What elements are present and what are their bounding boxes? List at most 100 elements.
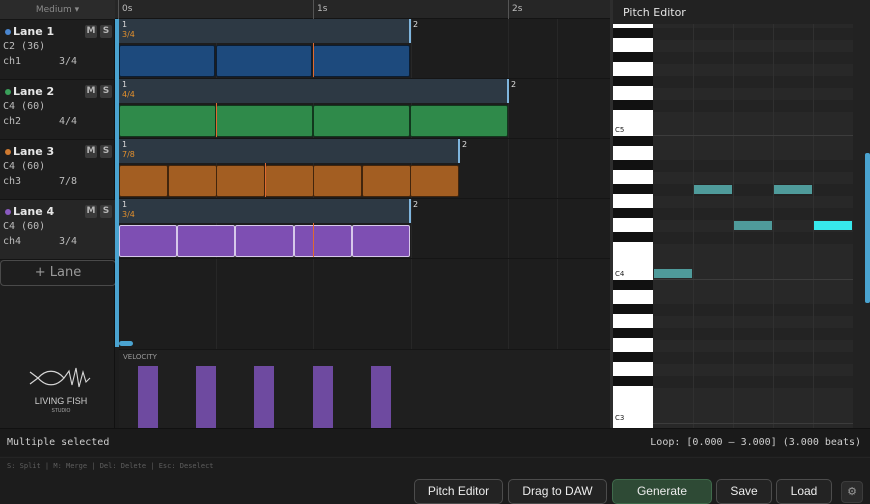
time-ruler[interactable]: 0s 1s 2s	[115, 0, 610, 19]
note-block[interactable]	[410, 105, 508, 137]
octave-line	[653, 279, 853, 280]
pitch-note[interactable]	[774, 185, 812, 194]
lane-signature: 3/4	[59, 236, 78, 247]
loop-end-label: 2	[413, 20, 419, 29]
load-button[interactable]: Load	[776, 479, 832, 504]
loop-end-handle[interactable]	[458, 139, 460, 163]
black-key[interactable]	[613, 76, 653, 86]
key-label-c5: C5	[615, 126, 625, 134]
note-block[interactable]	[216, 165, 265, 197]
black-key[interactable]	[613, 280, 653, 290]
track-row-4[interactable]: 1 3/4 2	[115, 199, 610, 259]
pitch-note[interactable]	[654, 269, 692, 278]
loop-start-label: 1	[122, 20, 128, 29]
note-block[interactable]	[362, 165, 411, 197]
note-block[interactable]	[265, 165, 314, 197]
pitch-row	[653, 376, 853, 388]
note-block[interactable]	[177, 225, 235, 257]
black-key[interactable]	[613, 136, 653, 146]
note-block[interactable]	[119, 225, 177, 257]
note-block[interactable]	[119, 45, 215, 77]
loop-start-label: 1	[122, 80, 128, 89]
lane-header-2[interactable]: Lane 2 M S C4 (60) ch2 4/4	[0, 80, 115, 140]
solo-button[interactable]: S	[100, 205, 112, 218]
mute-button[interactable]: M	[85, 85, 97, 98]
note-block[interactable]	[313, 105, 410, 137]
solo-button[interactable]: S	[100, 25, 112, 38]
loop-region[interactable]: 1 4/4	[119, 79, 508, 103]
loop-region[interactable]: 1 3/4	[119, 199, 410, 223]
lane-header-3[interactable]: Lane 3 M S C4 (60) ch3 7/8	[0, 140, 115, 200]
settings-gear-icon[interactable]: ⚙	[841, 481, 863, 503]
velocity-bar[interactable]	[196, 366, 216, 428]
track-row-3[interactable]: 1 7/8 2	[115, 139, 610, 199]
pitch-note-selected[interactable]	[814, 221, 852, 230]
save-button[interactable]: Save	[716, 479, 772, 504]
loop-signature: 3/4	[122, 30, 135, 39]
lane-header-4[interactable]: Lane 4 M S C4 (60) ch4 3/4	[0, 200, 115, 260]
black-key[interactable]	[613, 232, 653, 242]
add-lane-button[interactable]: + Lane	[0, 260, 116, 286]
timeline[interactable]: 0s 1s 2s 1 3/4 2 1 4/4 2 1 7/8 2 1 3/4 2…	[115, 0, 610, 428]
logo-sub: STUDIO	[51, 408, 71, 414]
pitch-grid[interactable]	[653, 24, 853, 428]
track-row-2[interactable]: 1 4/4 2	[115, 79, 610, 139]
black-key[interactable]	[613, 352, 653, 362]
black-key[interactable]	[613, 160, 653, 170]
note-block[interactable]	[119, 165, 168, 197]
track-row-1[interactable]: 1 3/4 2	[115, 19, 610, 79]
play-marker	[265, 163, 266, 197]
loop-end-handle[interactable]	[409, 199, 411, 223]
velocity-bar[interactable]	[138, 366, 158, 428]
black-key[interactable]	[613, 328, 653, 338]
mute-button[interactable]: M	[85, 205, 97, 218]
solo-button[interactable]: S	[100, 145, 112, 158]
playhead[interactable]	[115, 19, 119, 347]
shortcut-hints: S: Split | M: Merge | Del: Delete | Esc:…	[7, 462, 214, 470]
note-block[interactable]	[410, 165, 459, 197]
loop-end-handle[interactable]	[409, 19, 411, 43]
piano-keyboard[interactable]: C5 C4 C3	[613, 24, 653, 428]
note-block[interactable]	[235, 225, 294, 257]
generate-button[interactable]: Generate	[612, 479, 712, 504]
pitch-scrollbar[interactable]	[865, 153, 870, 303]
note-block[interactable]	[313, 165, 362, 197]
black-key[interactable]	[613, 304, 653, 314]
solo-button[interactable]: S	[100, 85, 112, 98]
black-key[interactable]	[613, 184, 653, 194]
velocity-bar[interactable]	[254, 366, 274, 428]
mute-button[interactable]: M	[85, 25, 97, 38]
loop-signature: 3/4	[122, 210, 135, 219]
play-marker	[313, 43, 314, 77]
mute-button[interactable]: M	[85, 145, 97, 158]
black-key[interactable]	[613, 208, 653, 218]
velocity-bar[interactable]	[371, 366, 391, 428]
lane-header-1[interactable]: Lane 1 M S C2 (36) ch1 3/4	[0, 20, 115, 80]
lane-name: Lane 1	[13, 25, 55, 38]
black-key[interactable]	[613, 52, 653, 62]
note-block[interactable]	[313, 45, 410, 77]
velocity-lane[interactable]: VELOCITY	[119, 349, 610, 428]
loop-start-label: 1	[122, 200, 128, 209]
note-block[interactable]	[216, 45, 312, 77]
note-block[interactable]	[294, 225, 352, 257]
zoom-select[interactable]: Medium ▾	[0, 0, 115, 20]
drag-to-daw-button[interactable]: Drag to DAW	[508, 479, 607, 504]
note-block[interactable]	[168, 165, 217, 197]
black-key[interactable]	[613, 376, 653, 386]
playhead-handle[interactable]	[119, 341, 133, 346]
loop-region[interactable]: 1 7/8	[119, 139, 459, 163]
pitch-row	[653, 76, 853, 88]
black-key[interactable]	[613, 28, 653, 38]
pitch-row	[653, 232, 853, 244]
note-block[interactable]	[216, 105, 313, 137]
pitch-note[interactable]	[734, 221, 772, 230]
note-block[interactable]	[119, 105, 216, 137]
note-block[interactable]	[352, 225, 410, 257]
black-key[interactable]	[613, 100, 653, 110]
pitch-note[interactable]	[694, 185, 732, 194]
velocity-bar[interactable]	[313, 366, 333, 428]
loop-region[interactable]: 1 3/4	[119, 19, 410, 43]
loop-end-handle[interactable]	[507, 79, 509, 103]
pitch-editor-button[interactable]: Pitch Editor	[414, 479, 503, 504]
